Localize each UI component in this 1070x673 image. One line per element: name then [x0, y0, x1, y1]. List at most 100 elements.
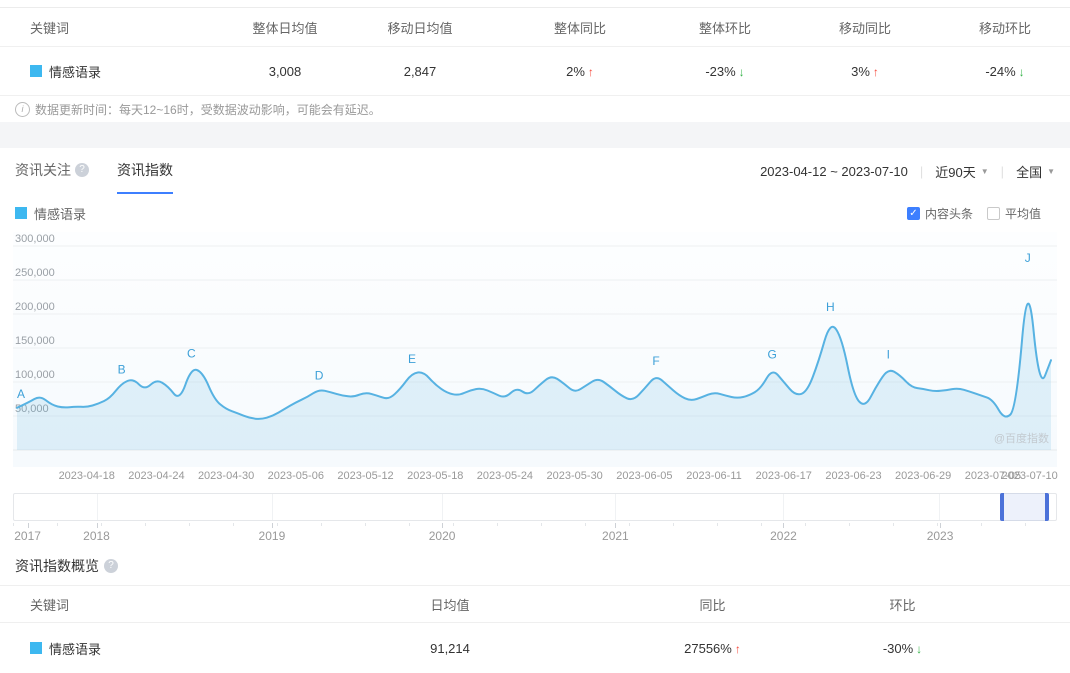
col-header-keyword: 关键词	[30, 20, 70, 36]
x-tick-label: 2023-04-18	[58, 470, 115, 482]
chart-options: ✓ 内容头条 ✓ 平均值	[906, 205, 1055, 222]
svg-text:100,000: 100,000	[15, 369, 55, 381]
period-dropdown[interactable]: 近90天 ▼	[935, 162, 988, 181]
mom-value: -30% ↓	[882, 640, 923, 656]
x-tick-label: 2023-04-30	[197, 470, 255, 482]
year-tick	[27, 523, 29, 528]
x-tick-label: 2023-06-05	[616, 470, 673, 482]
x-tick-label: 2023-05-24	[476, 470, 534, 482]
col-header-mobile-mom: 移动环比	[978, 20, 1031, 36]
trend-chart[interactable]: 50,000100,000150,000200,000250,000300,00…	[0, 232, 1070, 467]
year-label: 2020	[428, 529, 456, 543]
x-tick-label: 2023-06-23	[825, 470, 882, 482]
date-range-display[interactable]: 2023-04-12 ~ 2023-07-10	[760, 164, 908, 179]
data-update-note: i 数据更新时间：每天12~16时，受数据波动影响，可能会有延迟。	[0, 96, 1070, 122]
yoy-value: 27556% ↑	[684, 640, 741, 656]
slider-year-gridline	[615, 494, 617, 520]
col-header-daily-avg: 日均值	[430, 597, 470, 613]
slider-selection-handle[interactable]	[999, 493, 1049, 521]
help-icon[interactable]: ?	[104, 559, 118, 573]
col-header-overall-yoy: 整体同比	[553, 20, 606, 36]
chart-x-axis-labels: 2023-04-18 2023-04-24 2023-04-30 2023-05-06…	[13, 467, 1058, 485]
peak-marker: C	[187, 347, 196, 361]
x-tick-label: 2023-06-11	[686, 470, 742, 482]
peak-marker: J	[1025, 251, 1031, 265]
keyword-stats-table: 关键词 整体日均值 移动日均值 整体同比 整体环比 移动同比 移动环比 情感语录…	[0, 7, 1070, 122]
divider: |	[919, 163, 924, 179]
tab-news-attention[interactable]: 资讯关注 ?	[15, 148, 89, 194]
ruler-ticks	[13, 523, 1057, 526]
x-tick-label: 2023-04-24	[128, 470, 185, 482]
mobile-yoy-value: 3% ↑	[851, 63, 879, 79]
x-tick-label: 2023-06-29	[895, 470, 952, 482]
col-header-yoy: 同比	[699, 597, 726, 613]
year-tick	[271, 523, 273, 528]
content-headline-checkbox[interactable]: ✓	[906, 206, 920, 220]
info-icon: i	[15, 101, 30, 117]
year-label: 2019	[258, 529, 286, 543]
trend-arrow-icon: ↑	[587, 64, 594, 79]
x-tick-label: 2023-05-12	[337, 470, 394, 482]
keyword-cell[interactable]: 情感语录	[0, 639, 280, 658]
news-index-overview: 资讯指数概览 ? 关键词 日均值 同比 环比 情感语录 91,214 27556…	[0, 555, 1070, 673]
region-dropdown[interactable]: 全国 ▼	[1016, 162, 1055, 181]
peak-marker: D	[315, 369, 324, 383]
overview-title: 资讯指数概览 ?	[15, 555, 1055, 577]
svg-text:200,000: 200,000	[15, 301, 55, 313]
slider-year-gridline	[442, 494, 444, 520]
svg-text:150,000: 150,000	[15, 335, 55, 347]
legend-bar: 情感语录 ✓ 内容头条 ✓ 平均值	[0, 198, 1070, 228]
year-tick	[783, 523, 785, 528]
x-tick-label: 2023-06-17	[755, 470, 812, 482]
tab-bar: 资讯关注 ? 资讯指数 2023-04-12 ~ 2023-07-10 | 近9…	[0, 148, 1070, 194]
keyword-stats-header-row: 关键词 整体日均值 移动日均值 整体同比 整体环比 移动同比 移动环比	[0, 8, 1070, 47]
col-header-mom: 环比	[889, 597, 916, 613]
slider-year-gridline	[272, 494, 274, 520]
keyword-cell[interactable]: 情感语录	[0, 62, 230, 81]
trend-arrow-icon: ↑	[734, 641, 741, 656]
tab-news-index[interactable]: 资讯指数	[117, 148, 173, 194]
col-header-mobile-yoy: 移动同比	[838, 20, 891, 36]
news-index-panel: 资讯关注 ? 资讯指数 2023-04-12 ~ 2023-07-10 | 近9…	[0, 148, 1070, 545]
trend-arrow-icon: ↓	[1018, 64, 1025, 79]
series-color-swatch	[30, 65, 42, 77]
x-tick-label: 2023-05-06	[267, 470, 324, 482]
daily-avg-value: 91,214	[430, 640, 470, 656]
average-checkbox[interactable]: ✓	[986, 206, 1000, 220]
chevron-down-icon: ▼	[980, 166, 989, 176]
slider-year-gridline	[939, 494, 941, 520]
year-label: 2018	[83, 529, 110, 543]
watermark: @百度指数	[994, 431, 1049, 445]
legend-item-keyword[interactable]: 情感语录	[15, 204, 86, 223]
overall-daily-value: 3,008	[268, 63, 302, 79]
peak-marker: H	[826, 300, 835, 314]
slider-year-gridline	[782, 494, 784, 520]
timeline-year-ruler: 2017 2018 2019 2020 2021 2022 2023	[13, 523, 1057, 545]
keyword-stats-data-row: 情感语录 3,008 2,847 2% ↑ -23% ↓ 3% ↑ -24% ↓	[0, 47, 1070, 96]
keyword-label: 情感语录	[49, 64, 102, 80]
x-tick-label: 2023-05-30	[546, 470, 603, 482]
trend-arrow-icon: ↑	[872, 64, 879, 79]
col-header-keyword: 关键词	[30, 597, 70, 613]
peak-marker: G	[768, 347, 777, 361]
year-tick	[940, 523, 942, 528]
mobile-mom-value: -24% ↓	[985, 63, 1025, 79]
svg-text:300,000: 300,000	[15, 233, 55, 245]
peak-marker: A	[17, 387, 25, 401]
average-label: 平均值	[1004, 206, 1041, 221]
year-label: 2022	[770, 529, 797, 543]
divider: |	[1000, 163, 1005, 179]
help-icon[interactable]: ?	[75, 163, 89, 177]
year-tick	[442, 523, 444, 528]
year-label: 2021	[602, 529, 629, 543]
timeline-slider[interactable]	[13, 493, 1057, 521]
year-tick	[96, 523, 98, 528]
series-color-swatch	[15, 207, 27, 219]
peak-marker: E	[408, 352, 416, 366]
year-label: 2017	[14, 529, 41, 543]
col-header-mobile-daily: 移动日均值	[387, 20, 453, 36]
overall-yoy-value: 2% ↑	[566, 63, 594, 79]
trend-arrow-icon: ↓	[916, 641, 923, 656]
content-headline-label: 内容头条	[924, 206, 973, 221]
overall-mom-value: -23% ↓	[705, 63, 745, 79]
